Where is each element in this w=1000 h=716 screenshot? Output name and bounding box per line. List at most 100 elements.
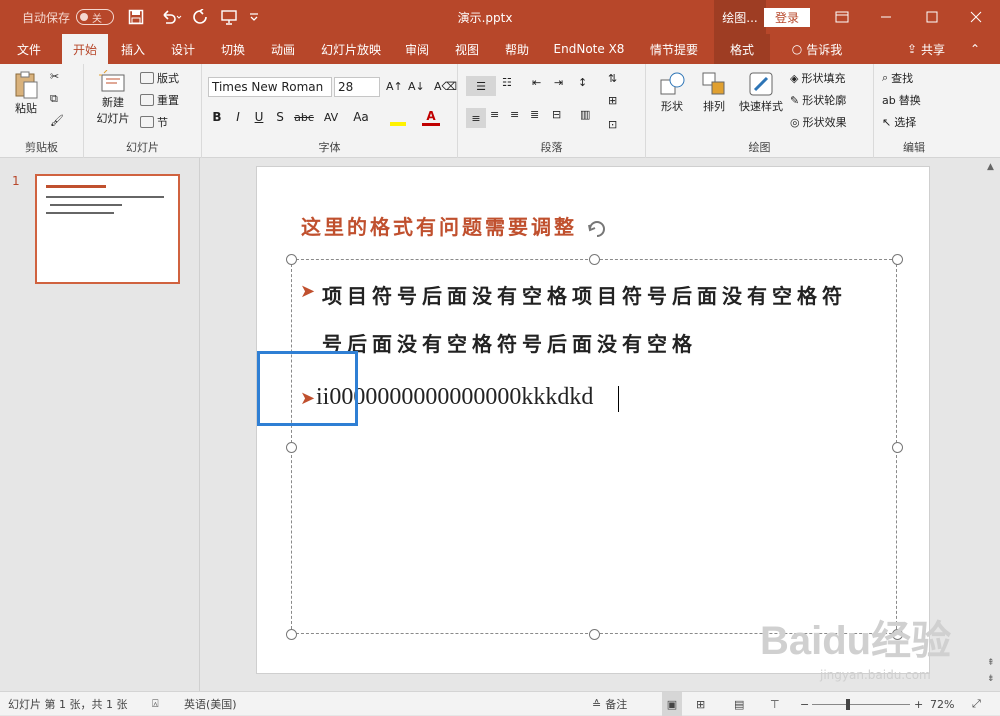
smartart-icon[interactable]: ⊡ — [608, 118, 617, 131]
prev-slide-icon[interactable]: ⇞ — [987, 658, 995, 668]
underline-button[interactable]: U — [250, 108, 268, 126]
notes-button[interactable]: ≙ 备注 — [592, 692, 627, 716]
tab-view[interactable]: 视图 — [446, 34, 488, 64]
minimize-icon[interactable] — [874, 0, 898, 34]
tab-home[interactable]: 开始 — [62, 34, 108, 64]
resize-handle[interactable] — [589, 629, 600, 640]
autosave-toggle[interactable]: 关 — [76, 9, 114, 25]
tab-insert[interactable]: 插入 — [112, 34, 154, 64]
language-status[interactable]: 英语(美国) — [184, 692, 237, 716]
redo-icon[interactable] — [190, 0, 210, 34]
font-size-select[interactable]: 28 — [334, 77, 380, 97]
login-button[interactable]: 登录 — [764, 8, 810, 27]
format-painter-icon[interactable]: 🖌 — [50, 114, 64, 127]
shadow-button[interactable]: S — [271, 108, 289, 126]
clear-format-icon[interactable]: A⌫ — [434, 80, 457, 93]
slideshow-view-icon[interactable]: ⊤ — [770, 692, 780, 716]
line-spacing-icon[interactable]: ↕ — [578, 76, 587, 89]
align-center-icon[interactable]: ≡ — [490, 108, 499, 121]
resize-handle[interactable] — [286, 442, 297, 453]
bold-button[interactable]: B — [208, 108, 226, 126]
maximize-icon[interactable] — [920, 0, 944, 34]
replace-button[interactable]: ab 替换 — [882, 92, 921, 108]
align-left-icon[interactable]: ≡ — [466, 108, 486, 128]
rotate-handle-icon[interactable] — [585, 217, 609, 241]
char-spacing-button[interactable]: AV — [320, 108, 342, 126]
scroll-up-icon[interactable]: ▲ — [987, 162, 994, 172]
reading-view-icon[interactable]: ▤ — [734, 692, 744, 716]
tab-review[interactable]: 审阅 — [396, 34, 438, 64]
resize-handle[interactable] — [589, 254, 600, 265]
align-right-icon[interactable]: ≡ — [510, 108, 519, 121]
vertical-scrollbar[interactable]: ▲ ⇞ ⇟ — [983, 158, 1000, 691]
font-color-button[interactable]: A — [422, 108, 440, 126]
customize-icon[interactable] — [246, 0, 262, 34]
slide-sorter-icon[interactable]: ⊞ — [696, 692, 705, 716]
tab-animations[interactable]: 动画 — [262, 34, 304, 64]
fit-to-window-icon[interactable]: ⤢ — [972, 692, 981, 716]
shape-fill-button[interactable]: ◈ 形状填充 — [790, 70, 845, 86]
quick-styles-button[interactable]: 快速样式 — [734, 70, 788, 114]
cut-icon[interactable]: ✂ — [50, 70, 59, 83]
share-button[interactable]: ⇪ 共享 — [898, 34, 954, 64]
find-button[interactable]: ⌕ 查找 — [882, 70, 913, 86]
section-button[interactable]: 节 — [140, 114, 168, 130]
bullets-icon[interactable]: ☰ — [466, 76, 496, 96]
ribbon-display-icon[interactable] — [830, 0, 854, 34]
resize-handle[interactable] — [892, 254, 903, 265]
save-icon[interactable] — [126, 0, 146, 34]
select-button[interactable]: ↖ 选择 — [882, 114, 916, 130]
distributed-icon[interactable]: ⊟ — [552, 108, 561, 121]
tab-storyboard[interactable]: 情节提要 — [642, 34, 706, 64]
columns-icon[interactable]: ▥ — [580, 108, 590, 121]
zoom-level[interactable]: 72% — [930, 692, 954, 716]
content-placeholder[interactable]: ➤ 项目符号后面没有空格项目符号后面没有空格符 号后面没有空格符号后面没有空格 … — [286, 254, 903, 640]
shapes-button[interactable]: 形状 — [654, 70, 690, 114]
font-face-select[interactable]: Times New Roman — [208, 77, 332, 97]
tab-transitions[interactable]: 切换 — [212, 34, 254, 64]
new-slide-button[interactable]: 新建 幻灯片 — [90, 70, 136, 126]
text-direction-icon[interactable]: ⇅ — [608, 72, 617, 85]
tab-format[interactable]: 格式 — [714, 34, 770, 64]
zoom-in-icon[interactable]: + — [914, 692, 923, 716]
next-slide-icon[interactable]: ⇟ — [987, 674, 995, 684]
italic-button[interactable]: I — [229, 108, 247, 126]
resize-handle[interactable] — [892, 442, 903, 453]
normal-view-icon[interactable]: ▣ — [662, 692, 682, 716]
decrease-indent-icon[interactable]: ⇤ — [532, 76, 541, 89]
resize-handle[interactable] — [286, 254, 297, 265]
tab-design[interactable]: 设计 — [162, 34, 204, 64]
tab-endnote[interactable]: EndNote X8 — [550, 34, 628, 64]
shrink-font-icon[interactable]: A↓ — [408, 80, 425, 93]
justify-icon[interactable]: ≣ — [530, 108, 539, 121]
zoom-out-icon[interactable]: − — [800, 692, 809, 716]
shape-outline-button[interactable]: ✎ 形状轮廓 — [790, 92, 846, 108]
tab-help[interactable]: 帮助 — [496, 34, 538, 64]
increase-indent-icon[interactable]: ⇥ — [554, 76, 563, 89]
copy-icon[interactable]: ⧉ — [50, 92, 58, 106]
tab-file[interactable]: 文件 — [8, 34, 50, 64]
resize-handle[interactable] — [286, 629, 297, 640]
present-icon[interactable] — [218, 0, 240, 34]
tab-slideshow[interactable]: 幻灯片放映 — [316, 34, 386, 64]
paste-button[interactable]: 粘贴 — [8, 70, 44, 116]
arrange-button[interactable]: 排列 — [696, 70, 732, 114]
close-icon[interactable] — [964, 0, 988, 34]
change-case-button[interactable]: Aa — [350, 108, 372, 126]
zoom-slider[interactable] — [812, 692, 910, 716]
highlight-color-icon[interactable] — [390, 122, 406, 126]
reset-button[interactable]: 重置 — [140, 92, 179, 108]
undo-icon[interactable] — [156, 0, 186, 34]
shape-effects-button[interactable]: ◎ 形状效果 — [790, 114, 847, 130]
collapse-ribbon-icon[interactable]: ⌃ — [960, 34, 990, 64]
zoom-thumb[interactable] — [846, 698, 850, 710]
grow-font-icon[interactable]: A↑ — [386, 80, 403, 93]
tell-me-box[interactable]: ○ 告诉我 — [784, 34, 850, 64]
numbering-icon[interactable]: ☷ — [502, 76, 512, 89]
layout-button[interactable]: 版式 — [140, 70, 179, 86]
align-text-icon[interactable]: ⊞ — [608, 94, 617, 107]
slide-thumbnail[interactable] — [35, 174, 180, 284]
strikethrough-button[interactable]: abc — [292, 108, 316, 126]
spell-check-icon[interactable]: ⍓ — [152, 692, 159, 716]
slide-title[interactable]: 这里的格式有问题需要调整 — [301, 211, 577, 240]
